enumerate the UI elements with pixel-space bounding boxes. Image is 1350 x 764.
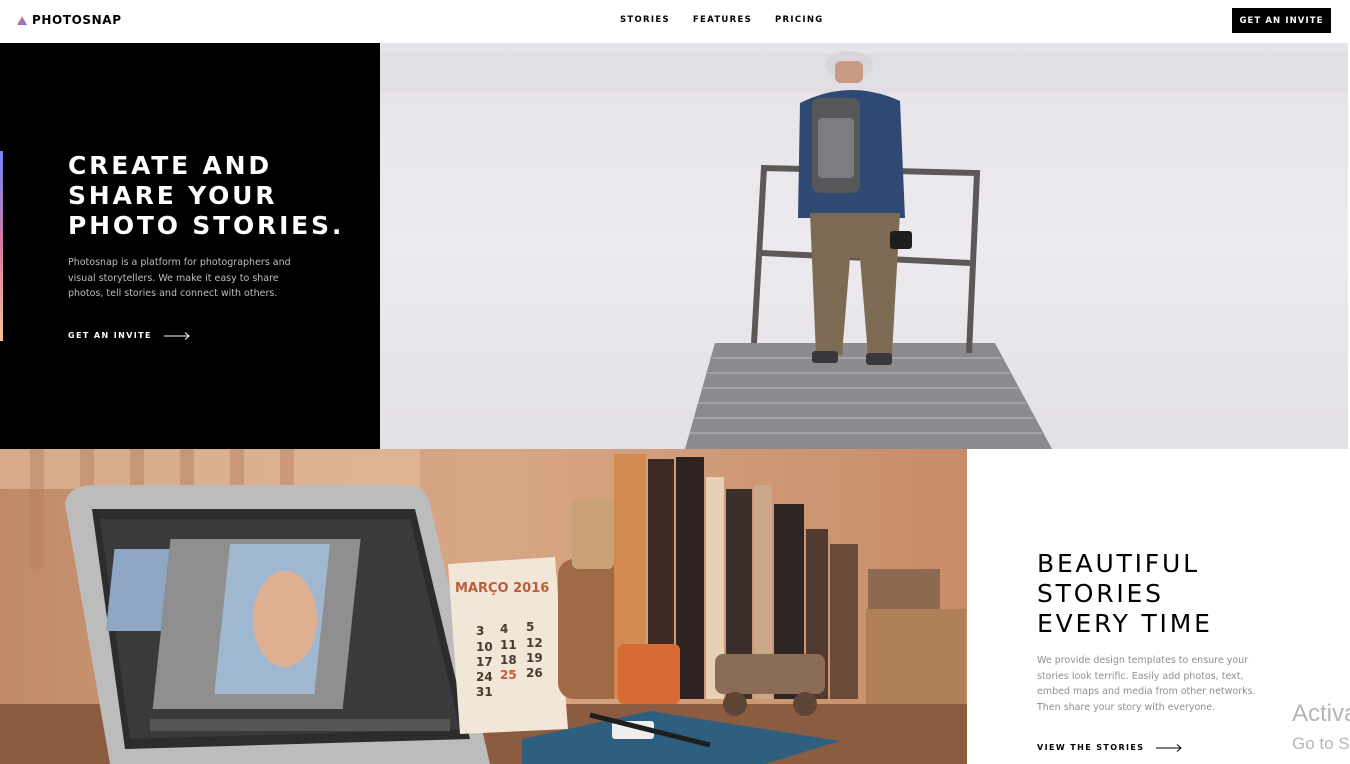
- nav-pricing[interactable]: PRICING: [775, 15, 824, 25]
- hero-accent-bar: [0, 151, 3, 341]
- hero-image-lake-dock: [380, 43, 1348, 449]
- hero-invite-link[interactable]: GET AN INVITE: [68, 331, 190, 340]
- nav-stories[interactable]: STORIES: [620, 15, 670, 25]
- logo[interactable]: PHOTOSNAP: [17, 13, 122, 27]
- arrow-right-icon: [1156, 743, 1183, 752]
- hero-title: CREATE AND SHARE YOUR PHOTO STORIES.: [68, 151, 345, 240]
- calendar-day: 31: [476, 685, 493, 699]
- get-invite-button[interactable]: GET AN INVITE: [1232, 8, 1331, 33]
- hero-invite-link-label: GET AN INVITE: [68, 331, 152, 340]
- main-nav: STORIES FEATURES PRICING: [620, 15, 824, 25]
- arrow-right-icon: [163, 331, 190, 340]
- calendar-day: 19: [526, 651, 543, 665]
- hero-description: Photosnap is a platform for photographer…: [68, 257, 291, 299]
- calendar-day: 17: [476, 655, 493, 669]
- calendar-day: 25: [500, 668, 517, 682]
- view-stories-link-label: VIEW THE STORIES: [1037, 743, 1145, 752]
- calendar-day: 18: [500, 653, 517, 667]
- stories-title: BEAUTIFUL STORIES EVERY TIME: [1037, 549, 1213, 638]
- hero-panel: CREATE AND SHARE YOUR PHOTO STORIES. Pho…: [0, 43, 380, 449]
- calendar-day: 24: [476, 670, 493, 684]
- view-stories-link[interactable]: VIEW THE STORIES: [1037, 743, 1183, 752]
- calendar-day: 5: [526, 620, 534, 634]
- calendar-day: 12: [526, 636, 543, 650]
- brand-name: PHOTOSNAP: [32, 13, 122, 27]
- calendar-day: 26: [526, 666, 543, 680]
- stories-image-desk: MARÇO 2016 3 4 5 10 11 12 17 18 19 24 25…: [0, 449, 967, 764]
- calendar-day: 4: [500, 622, 508, 636]
- logo-triangle-icon: [17, 15, 27, 25]
- watermark-line1: Activa: [1292, 700, 1350, 727]
- nav-features[interactable]: FEATURES: [693, 15, 752, 25]
- calendar-day: 3: [476, 624, 484, 638]
- calendar-month: MARÇO 2016: [455, 581, 549, 596]
- site-header: PHOTOSNAP STORIES FEATURES PRICING GET A…: [0, 0, 1350, 42]
- calendar-day: 11: [500, 638, 517, 652]
- os-activation-watermark: Activa Go to S: [1292, 700, 1350, 755]
- calendar-day: 10: [476, 640, 493, 654]
- watermark-line2: Go to S: [1292, 734, 1350, 753]
- stories-description: We provide design templates to ensure yo…: [1037, 655, 1256, 713]
